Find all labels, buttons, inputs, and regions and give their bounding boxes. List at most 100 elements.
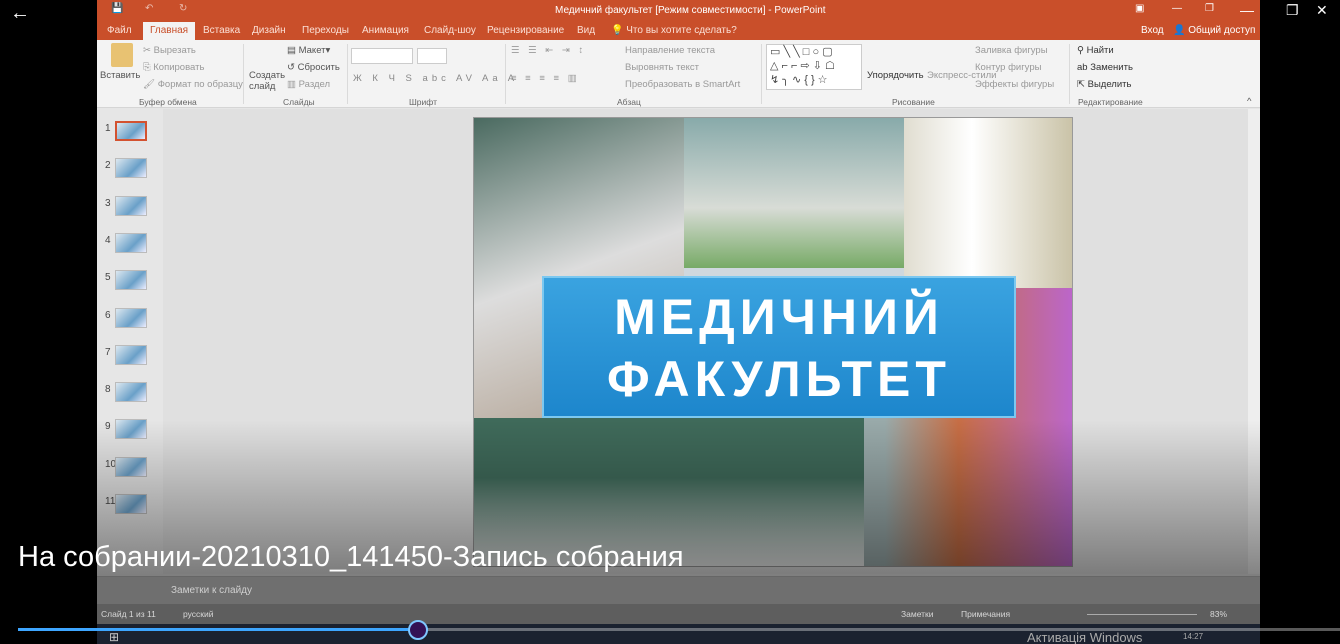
layout-label: Макет — [298, 45, 326, 56]
save-icon[interactable]: 💾 — [111, 3, 123, 14]
slide-counter: Слайд 1 из 11 — [101, 609, 156, 619]
activation-watermark: Активація Windows — [1027, 630, 1143, 644]
thumbnail-number: 2 — [105, 160, 111, 172]
video-progress-bar[interactable] — [18, 628, 1340, 631]
slide-thumbnail[interactable] — [115, 158, 147, 179]
shape-effects-button[interactable]: Эффекты фигуры — [975, 79, 1054, 90]
smartart-button[interactable]: Преобразовать в SmartArt — [625, 79, 740, 90]
group-clipboard: Буфер обмена — [139, 97, 197, 107]
new-slide-button[interactable]: Создать слайд — [249, 70, 285, 92]
ribbon: Вставить ✂ Вырезать ⎘ Копировать 🖌 Форма… — [97, 40, 1260, 108]
group-editing: Редактирование — [1078, 97, 1143, 107]
thumbnail-number: 6 — [105, 309, 111, 321]
slide-thumbnail[interactable] — [115, 121, 147, 141]
notes-placeholder: Заметки к слайду — [171, 585, 252, 596]
shape-outline-button[interactable]: Контур фигуры — [975, 62, 1041, 73]
slide-thumbnail[interactable] — [115, 307, 147, 328]
restore-icon[interactable]: ❐ — [1205, 3, 1214, 14]
undo-icon[interactable]: ↶ — [145, 3, 153, 14]
thumbnail-number: 8 — [105, 384, 111, 396]
tab-design[interactable]: Дизайн — [252, 25, 286, 36]
title-bar: 💾 ↶ ↻ Медичний факультет [Режим совмести… — [97, 0, 1260, 21]
share-label: Общий доступ — [1188, 25, 1256, 36]
font-name-input[interactable] — [351, 48, 413, 64]
paste-icon[interactable] — [111, 43, 133, 67]
section-button[interactable]: ▥ Раздел — [287, 79, 330, 90]
window-title: Медичний факультет [Режим совместимости]… — [555, 5, 826, 16]
replace-label: Заменить — [1090, 62, 1133, 73]
reset-label: Сбросить — [297, 62, 340, 73]
ribbon-display-icon[interactable]: ▣ — [1135, 3, 1144, 14]
tab-home[interactable]: Главная — [143, 22, 196, 40]
find-label: Найти — [1086, 45, 1114, 56]
slide-title-line2: ФАКУЛЬТЕТ — [607, 351, 951, 407]
shapes-gallery[interactable]: ▭ ╲ ╲ □ ○ ▢ △ ⌐ ⌐ ⇨ ⇩ ☖ ↯ ╮ ∿ { } ☆ — [766, 44, 862, 90]
copy-label: Копировать — [153, 62, 205, 73]
signin-link[interactable]: Вход — [1141, 25, 1164, 36]
select-label: Выделить — [1087, 79, 1132, 90]
thumbnail-number: 7 — [105, 346, 111, 358]
video-progress-fill — [18, 628, 428, 631]
slide-thumbnail[interactable] — [115, 344, 147, 365]
reset-button[interactable]: ↺ Сбросить — [287, 62, 340, 73]
shape-fill-button[interactable]: Заливка фигуры — [975, 45, 1048, 56]
clock: 14:27 — [1183, 632, 1204, 641]
windows-taskbar: ⊞ Активація Windows 14:27 — [97, 624, 1260, 644]
photo-classroom — [684, 118, 904, 268]
video-seek-handle[interactable] — [408, 620, 428, 640]
find-button[interactable]: ⚲ Найти — [1077, 45, 1114, 56]
slide-thumbnail[interactable] — [115, 270, 147, 291]
thumbnail-number: 1 — [105, 123, 111, 134]
minimize-player-icon[interactable]: — — [1240, 2, 1254, 18]
slide-title-line1: МЕДИЧНИЙ — [614, 289, 944, 345]
slide-thumbnail[interactable] — [115, 232, 147, 253]
collapse-ribbon-icon[interactable]: ^ — [1247, 96, 1251, 107]
status-bar: Слайд 1 из 11 русский Заметки Примечания… — [97, 604, 1260, 624]
close-player-icon[interactable]: ✕ — [1316, 2, 1328, 19]
align-text-button[interactable]: Выровнять текст — [625, 62, 699, 73]
cut-label: Вырезать — [153, 45, 196, 56]
minimize-icon[interactable]: — — [1172, 3, 1182, 14]
tab-slideshow[interactable]: Слайд-шоу — [424, 25, 476, 36]
group-drawing: Рисование — [892, 97, 935, 107]
language[interactable]: русский — [183, 609, 214, 619]
paste-button[interactable]: Вставить — [100, 70, 140, 81]
select-button[interactable]: ⇱ Выделить — [1077, 79, 1131, 90]
slide-thumbnail[interactable] — [115, 382, 147, 403]
format-painter-button[interactable]: 🖌 Формат по образцу — [143, 79, 243, 90]
comments-button[interactable]: Примечания — [961, 609, 1010, 619]
group-slides: Слайды — [283, 97, 315, 107]
start-icon[interactable]: ⊞ — [109, 631, 119, 643]
layout-button[interactable]: ▤ Макет▾ — [287, 45, 330, 56]
back-arrow-icon[interactable]: ← — [10, 2, 30, 25]
text-direction-button[interactable]: Направление текста — [625, 45, 715, 56]
thumbnail-number: 5 — [105, 272, 111, 284]
share-button[interactable]: 👤 Общий доступ — [1173, 25, 1255, 36]
tab-file[interactable]: Файл — [107, 25, 132, 36]
redo-icon[interactable]: ↻ — [179, 3, 187, 14]
slide-title-banner: МЕДИЧНИЙ ФАКУЛЬТЕТ — [542, 276, 1016, 418]
replace-button[interactable]: ab Заменить — [1077, 62, 1133, 73]
notes-pane[interactable]: Заметки к слайду — [97, 576, 1260, 604]
align-buttons[interactable]: ≡ ≡ ≡ ≡ ▥ — [511, 73, 580, 84]
tab-view[interactable]: Вид — [577, 25, 595, 36]
zoom-level[interactable]: 83% — [1210, 609, 1227, 619]
list-buttons[interactable]: ☰ ☰ ⇤ ⇥ ↕ — [511, 45, 586, 56]
font-format-buttons[interactable]: Ж К Ч S abc AV Aa A — [353, 73, 518, 84]
arrange-button[interactable]: Упорядочить — [867, 70, 924, 81]
notes-button[interactable]: Заметки — [901, 609, 934, 619]
tab-review[interactable]: Рецензирование — [487, 25, 564, 36]
zoom-slider[interactable] — [1087, 614, 1197, 615]
copy-button[interactable]: ⎘ Копировать — [143, 62, 204, 73]
photo-lab — [904, 118, 1072, 288]
tab-transitions[interactable]: Переходы — [302, 25, 349, 36]
section-label: Раздел — [298, 79, 331, 90]
thumbnail-number: 4 — [105, 234, 111, 246]
font-size-input[interactable] — [417, 48, 447, 64]
tab-animations[interactable]: Анимация — [362, 25, 409, 36]
cut-button[interactable]: ✂ Вырезать — [143, 45, 196, 56]
tell-me-search[interactable]: 💡 Что вы хотите сделать? — [611, 25, 737, 36]
restore-player-icon[interactable]: ❐ — [1286, 2, 1299, 19]
slide-thumbnail[interactable] — [115, 195, 147, 216]
tab-insert[interactable]: Вставка — [203, 25, 240, 36]
